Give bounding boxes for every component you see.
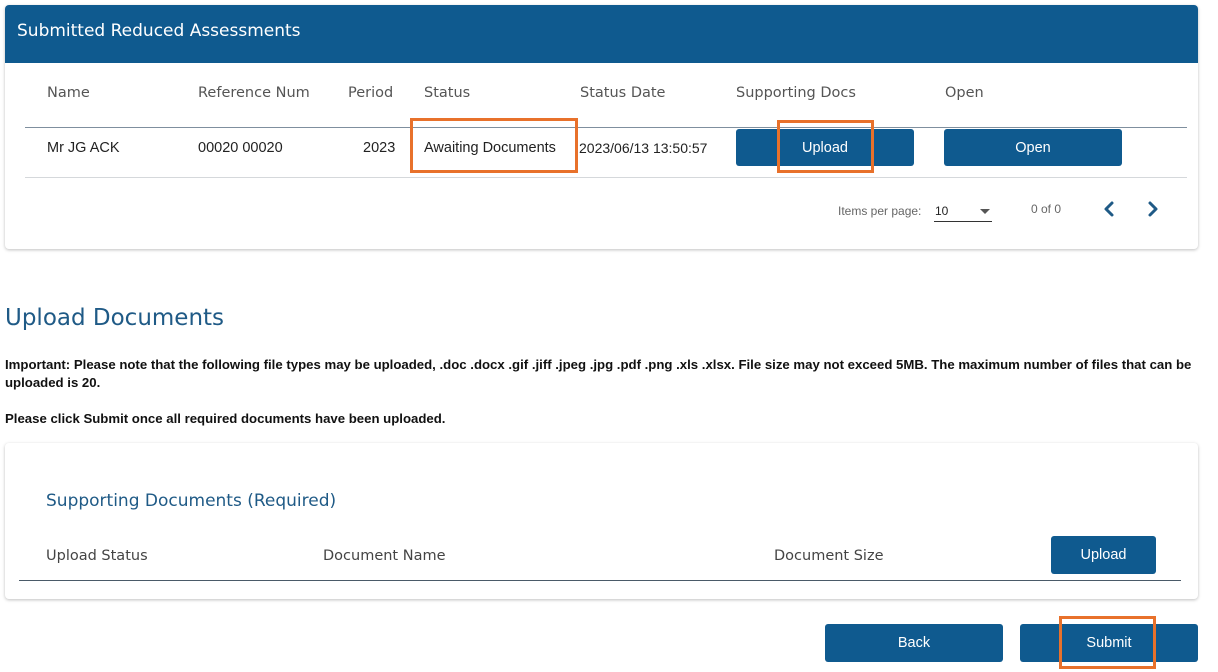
- upload-submit-note: Please click Submit once all required do…: [5, 411, 446, 426]
- cell-name: Mr JG ACK: [47, 140, 120, 156]
- previous-page-icon[interactable]: [1101, 198, 1117, 220]
- submit-button[interactable]: Submit: [1020, 624, 1198, 662]
- column-header-document-size: Document Size: [774, 548, 884, 564]
- assessments-card: Submitted Reduced Assessments Name Refer…: [5, 5, 1198, 249]
- column-header-supporting-docs: Supporting Docs: [736, 85, 856, 101]
- column-header-status: Status: [424, 85, 471, 101]
- column-header-upload-status: Upload Status: [46, 548, 148, 564]
- column-header-period: Period: [348, 85, 394, 101]
- next-page-icon[interactable]: [1145, 198, 1161, 220]
- upload-document-button[interactable]: Upload: [1051, 536, 1156, 574]
- assessments-card-title: Submitted Reduced Assessments: [5, 5, 1198, 63]
- cell-status-date: 2023/06/13 13:50:57: [579, 140, 708, 156]
- column-header-reference: Reference Num: [198, 85, 310, 101]
- row-open-button[interactable]: Open: [944, 129, 1122, 166]
- supporting-documents-title: Supporting Documents (Required): [46, 491, 337, 511]
- cell-period: 2023: [363, 140, 396, 156]
- items-per-page-label: Items per page:: [838, 204, 922, 218]
- upload-documents-title: Upload Documents: [5, 305, 225, 331]
- items-per-page-value: 10: [935, 204, 949, 218]
- table-row-divider: [25, 177, 1187, 178]
- supporting-documents-divider: [19, 580, 1181, 581]
- cell-reference: 00020 00020: [198, 140, 283, 156]
- column-header-status-date: Status Date: [580, 85, 666, 101]
- pager-range: 0 of 0: [1031, 202, 1062, 216]
- chevron-down-icon: [980, 209, 990, 214]
- cell-status: Awaiting Documents: [424, 140, 556, 156]
- items-per-page-select[interactable]: 10: [934, 198, 992, 222]
- supporting-documents-card: Supporting Documents (Required) Upload S…: [5, 443, 1198, 599]
- column-header-name: Name: [47, 85, 90, 101]
- upload-important-note: Important: Please note that the followin…: [5, 357, 1192, 390]
- table-header-divider: [25, 127, 1187, 128]
- column-header-open: Open: [945, 85, 984, 101]
- back-button[interactable]: Back: [825, 624, 1003, 662]
- row-upload-button[interactable]: Upload: [736, 129, 914, 166]
- column-header-document-name: Document Name: [323, 548, 446, 564]
